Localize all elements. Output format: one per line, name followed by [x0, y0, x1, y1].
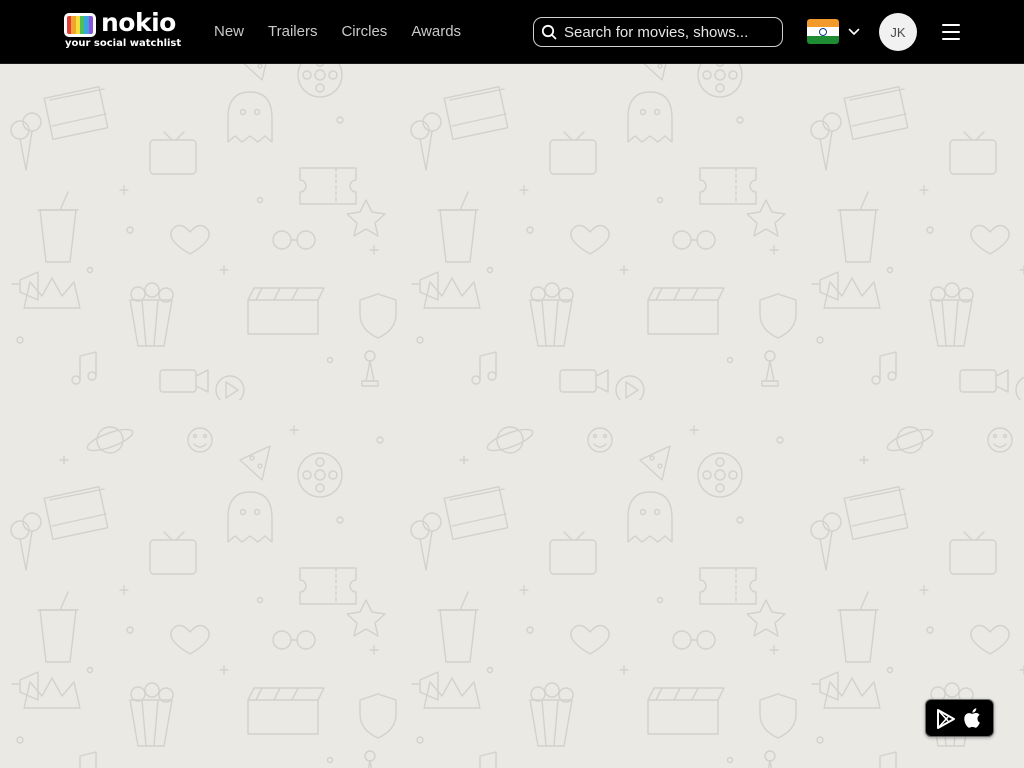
nav-item-trailers[interactable]: Trailers [268, 0, 317, 64]
doodle-pattern [0, 64, 1024, 768]
logo-wordmark: nokio [101, 8, 176, 37]
app-download-badge[interactable] [925, 699, 994, 737]
search-box[interactable] [533, 17, 783, 47]
doodle-pattern-background [0, 64, 1024, 768]
flag-stripe-bottom [807, 35, 839, 44]
chevron-down-icon [848, 28, 860, 35]
google-play-icon [937, 709, 955, 729]
user-avatar[interactable]: JK [879, 13, 917, 51]
apple-icon [964, 708, 980, 728]
logo-tagline: your social watchlist [65, 38, 182, 49]
doodle-pattern-fill [0, 64, 1024, 768]
nav-item-awards[interactable]: Awards [411, 0, 461, 64]
tv-logo-icon [64, 13, 96, 37]
top-navbar: nokio your social watchlist New Trailers… [0, 0, 1024, 64]
menu-line [942, 38, 960, 40]
menu-line [942, 31, 960, 33]
search-input[interactable] [564, 21, 774, 43]
search-icon [541, 24, 557, 40]
india-flag-icon [807, 19, 839, 44]
logo-color-bars [67, 16, 93, 34]
hamburger-menu-icon[interactable] [939, 20, 963, 44]
flag-chakra [819, 27, 827, 36]
country-selector[interactable] [807, 19, 863, 45]
nav-item-circles[interactable]: Circles [341, 0, 387, 64]
menu-line [942, 24, 960, 26]
main-nav: New Trailers Circles Awards [214, 0, 461, 64]
nav-item-new[interactable]: New [214, 0, 244, 64]
flag-stripe-top [807, 19, 839, 28]
nokio-logo[interactable]: nokio your social watchlist [64, 8, 181, 51]
logo-color-bar [88, 16, 93, 34]
